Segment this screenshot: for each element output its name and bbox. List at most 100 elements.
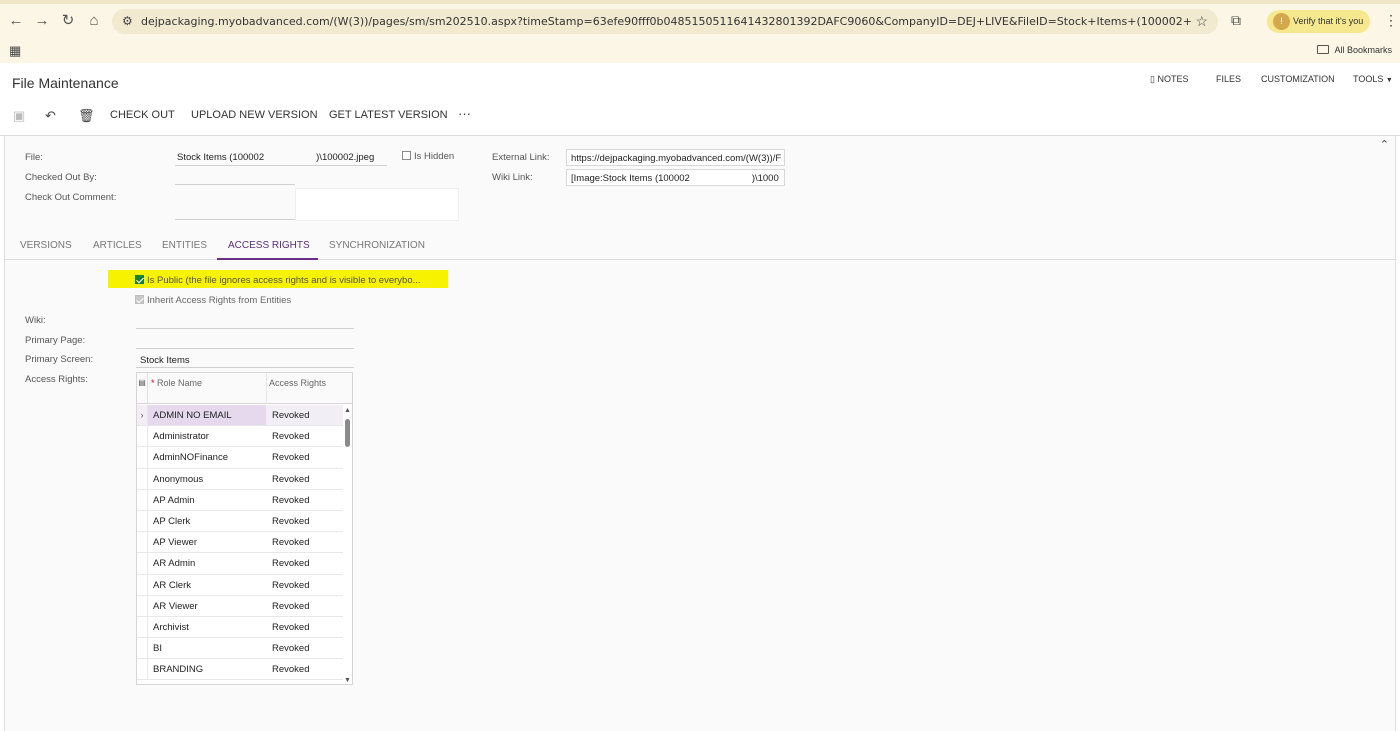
role-name-cell[interactable]: AR Clerk [153,580,191,591]
tools-button[interactable]: TOOLS ▼ [1353,74,1393,84]
grid-settings-icon[interactable]: ▤ [137,373,148,404]
files-button[interactable]: FILES [1216,74,1241,84]
role-name-cell[interactable]: AP Clerk [153,516,190,527]
table-row[interactable]: AR Clerk Revoked [137,574,345,596]
apps-grid-icon[interactable]: ▦ [9,43,21,59]
row-selector[interactable] [137,426,148,447]
table-row[interactable]: Anonymous Revoked [137,468,345,490]
primary-page-field[interactable] [136,348,354,349]
wiki-field[interactable] [136,328,354,329]
table-row[interactable]: AdminNOFinance Revoked [137,447,345,469]
access-rights-cell[interactable]: Revoked [272,452,310,463]
access-rights-cell[interactable]: Revoked [272,601,310,612]
access-rights-cell[interactable]: Revoked [272,516,310,527]
notes-button[interactable]: ▯ NOTES [1150,74,1188,85]
site-settings-icon[interactable]: ⚙ [122,14,133,28]
row-selector[interactable] [137,468,148,489]
scroll-up-icon[interactable]: ▲ [344,407,351,414]
undo-icon[interactable]: ↶ [45,108,56,124]
row-selector[interactable] [137,595,148,616]
delete-icon[interactable]: 🗑 [78,108,95,124]
table-row[interactable]: AP Viewer Revoked [137,532,345,554]
role-name-cell[interactable]: AdminNOFinance [153,452,228,463]
access-rights-cell[interactable]: Revoked [272,558,310,569]
all-bookmarks-button[interactable]: All Bookmarks [1317,45,1392,55]
notes-icon: ▯ [1150,74,1155,84]
verify-profile-button[interactable]: ! Verify that it's you [1267,10,1370,33]
role-name-cell[interactable]: BRANDING [153,664,203,675]
row-selector[interactable] [137,489,148,510]
access-rights-cell[interactable]: Revoked [272,664,310,675]
row-selector[interactable] [137,510,148,532]
role-name-cell[interactable]: ADMIN NO EMAIL [153,410,232,421]
extensions-icon[interactable]: ⧉ [1231,12,1241,29]
is-hidden-checkbox[interactable]: Is Hidden [402,151,454,162]
address-bar[interactable]: ⚙ dejpackaging.myobadvanced.com/(W(3))/p… [112,9,1218,34]
role-name-cell[interactable]: BI [153,643,162,654]
row-pointer-icon[interactable]: › [137,405,148,426]
save-icon[interactable]: ▣ [13,108,25,124]
role-name-cell[interactable]: Anonymous [153,474,203,485]
tab-synchronization[interactable]: SYNCHRONIZATION [329,240,425,251]
table-row[interactable]: AP Admin Revoked [137,489,345,511]
check-out-button[interactable]: CHECK OUT [110,109,175,121]
role-name-cell[interactable]: AP Viewer [153,537,197,548]
get-latest-version-button[interactable]: GET LATEST VERSION [329,109,448,121]
row-selector[interactable] [137,532,148,553]
table-row[interactable]: BRANDING Revoked [137,659,345,681]
tab-versions[interactable]: VERSIONS [20,240,72,251]
access-rights-cell[interactable]: Revoked [272,410,310,421]
url-text[interactable]: dejpackaging.myobadvanced.com/(W(3))/pag… [141,15,1191,28]
scroll-thumb[interactable] [345,419,350,447]
col-access-rights[interactable]: Access Rights [269,378,329,389]
forward-icon[interactable]: → [34,13,50,29]
home-icon[interactable]: ⌂ [86,13,102,29]
collapse-chevron-icon[interactable]: ⌃ [1380,138,1389,151]
access-rights-cell[interactable]: Revoked [272,431,310,442]
role-name-cell[interactable]: Archivist [153,622,189,633]
check-out-comment-field[interactable] [295,188,459,221]
grid-scrollbar[interactable]: ▲ ▼ [343,405,352,684]
back-icon[interactable]: ← [8,13,24,29]
upload-new-version-button[interactable]: UPLOAD NEW VERSION [191,109,318,121]
table-row[interactable]: AR Viewer Revoked [137,595,345,617]
tab-access-rights[interactable]: ACCESS RIGHTS [228,240,310,251]
external-link-field[interactable]: https://dejpackaging.myobadvanced.com/(W… [566,149,785,166]
scroll-down-icon[interactable]: ▼ [344,677,351,684]
table-row[interactable]: BI Revoked [137,638,345,660]
table-row[interactable]: AR Admin Revoked [137,553,345,575]
row-selector[interactable] [137,638,148,659]
more-actions-button[interactable]: ··· [458,106,471,121]
tab-articles[interactable]: ARTICLES [93,240,142,251]
access-rights-cell[interactable]: Revoked [272,474,310,485]
row-selector[interactable] [137,659,148,680]
access-rights-cell[interactable]: Revoked [272,622,310,633]
tab-strip-edge [0,0,1400,4]
is-public-checkbox[interactable]: Is Public (the file ignores access right… [135,275,421,286]
access-rights-cell[interactable]: Revoked [272,537,310,548]
row-selector[interactable] [137,616,148,638]
tab-entities[interactable]: ENTITIES [162,240,207,251]
customization-button[interactable]: CUSTOMIZATION [1261,74,1335,84]
wiki-link-suffix: )\1000 [751,173,779,184]
access-rights-cell[interactable]: Revoked [272,580,310,591]
role-name-cell[interactable]: Administrator [153,431,209,442]
table-row[interactable]: Archivist Revoked [137,616,345,639]
row-selector[interactable] [137,447,148,468]
table-row[interactable]: › ADMIN NO EMAIL Revoked [137,405,345,427]
bookmark-star-icon[interactable]: ☆ [1195,13,1208,30]
access-rights-cell[interactable]: Revoked [272,643,310,654]
col-role-name[interactable]: * Role Name [151,378,202,388]
col-separator [266,373,267,404]
wiki-link-field[interactable]: [Image:Stock Items (100002)\1000 [566,169,785,186]
role-name-cell[interactable]: AP Admin [153,495,195,506]
access-rights-cell[interactable]: Revoked [272,495,310,506]
reload-icon[interactable]: ↻ [60,13,76,29]
row-selector[interactable] [137,574,148,595]
role-name-cell[interactable]: AR Viewer [153,601,198,612]
browser-menu-icon[interactable]: ⋮ [1384,12,1398,29]
table-row[interactable]: Administrator Revoked [137,426,345,448]
role-name-cell[interactable]: AR Admin [153,558,195,569]
row-selector[interactable] [137,553,148,574]
table-row[interactable]: AP Clerk Revoked [137,510,345,533]
